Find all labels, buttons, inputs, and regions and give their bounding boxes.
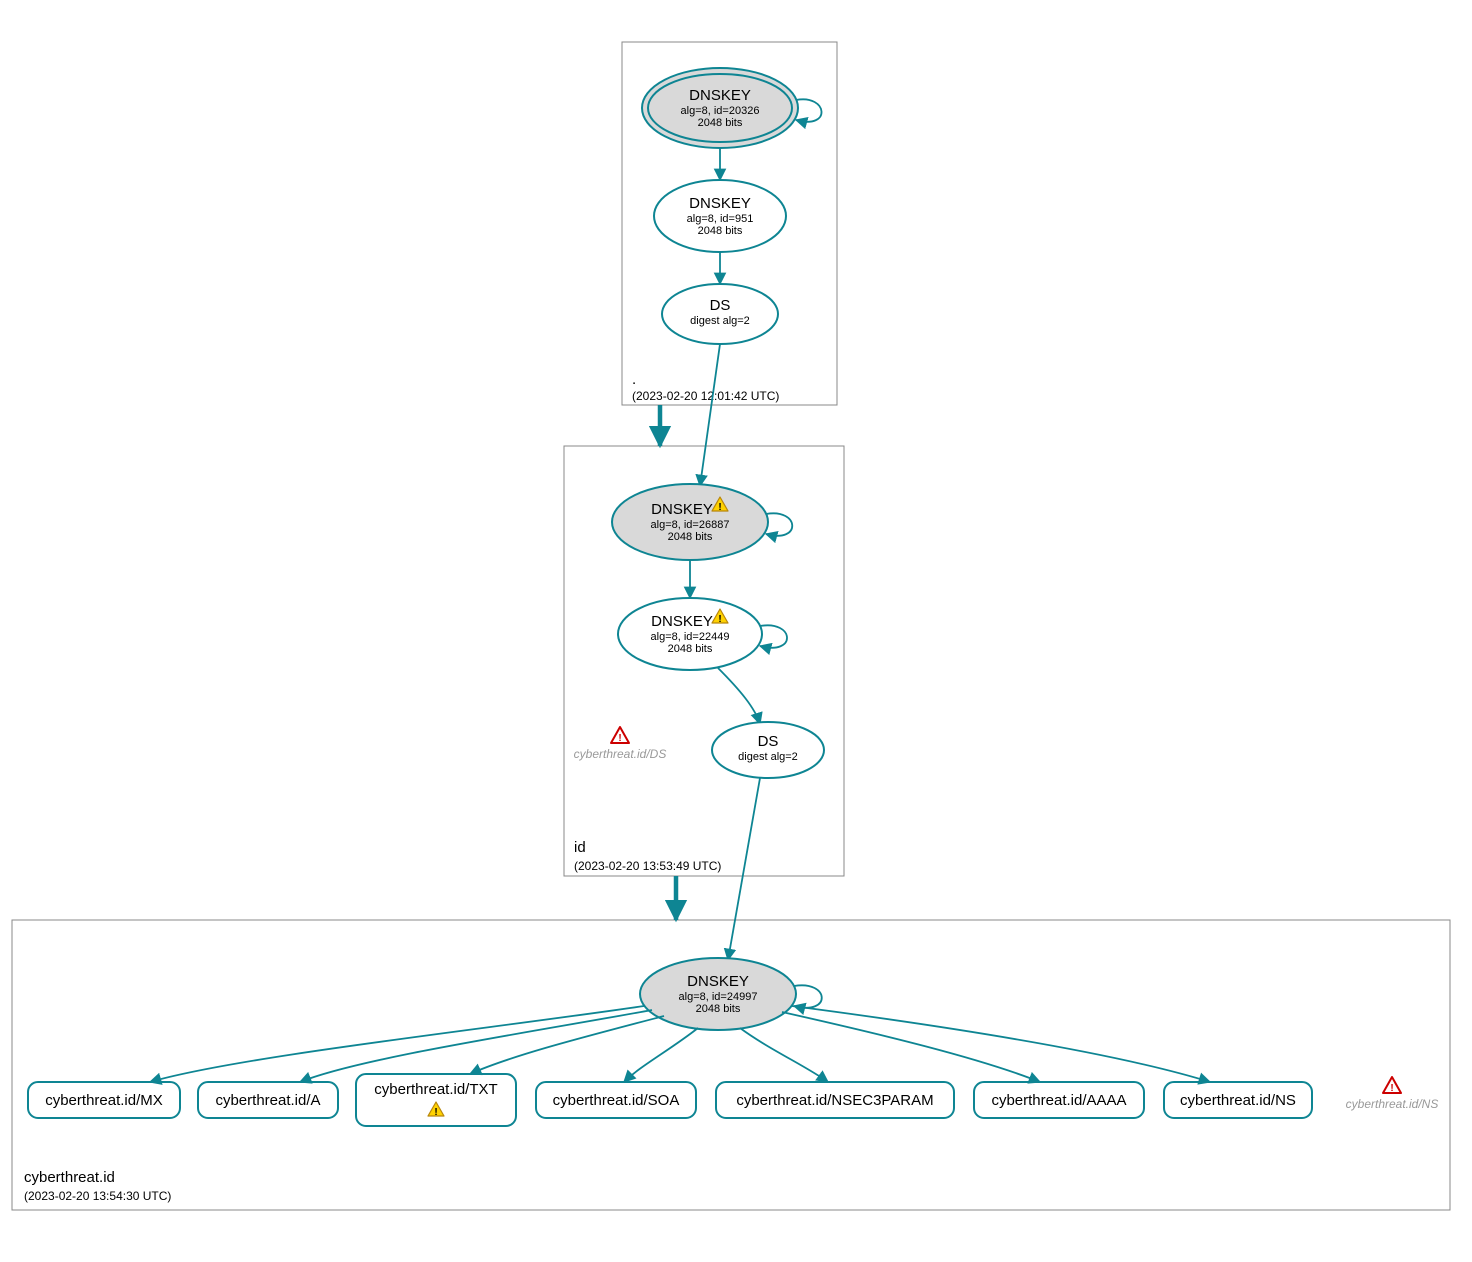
edge-tld-zsk-self (760, 625, 787, 647)
node-dom-ksk: DNSKEY alg=8, id=24997 2048 bits (640, 958, 796, 1030)
zone-root-time: (2023-02-20 12:01:42 UTC) (632, 389, 779, 403)
node-tld-zsk: DNSKEY ! alg=8, id=22449 2048 bits (618, 598, 762, 670)
svg-text:cyberthreat.id/AAAA: cyberthreat.id/AAAA (991, 1092, 1126, 1109)
error-icon: ! (611, 727, 629, 744)
svg-text:alg=8, id=26887: alg=8, id=26887 (651, 519, 730, 531)
zone-tld-name: id (574, 839, 586, 856)
edge-dom-nsec3 (740, 1028, 828, 1082)
svg-text:!: ! (718, 614, 721, 625)
zone-domain-name: cyberthreat.id (24, 1169, 115, 1186)
svg-text:cyberthreat.id/NSEC3PARAM: cyberthreat.id/NSEC3PARAM (736, 1092, 933, 1109)
edge-root-ds-to-tld-ksk (700, 344, 720, 486)
node-root-ds: DS digest alg=2 (662, 284, 778, 344)
edge-tld-ds-to-dom-ksk (728, 778, 760, 960)
svg-text:alg=8, id=24997: alg=8, id=24997 (679, 991, 758, 1003)
edge-tld-zsk-ds (718, 668, 760, 724)
zone-tld-time: (2023-02-20 13:53:49 UTC) (574, 859, 721, 873)
svg-text:alg=8, id=951: alg=8, id=951 (687, 213, 754, 225)
node-tld-ksk: DNSKEY ! alg=8, id=26887 2048 bits (612, 484, 768, 560)
svg-text:cyberthreat.id/A: cyberthreat.id/A (215, 1092, 320, 1109)
svg-text:cyberthreat.id/NS: cyberthreat.id/NS (1180, 1092, 1296, 1109)
svg-text:cyberthreat.id/DS: cyberthreat.id/DS (574, 747, 667, 761)
zone-root-name: . (632, 371, 636, 388)
svg-text:cyberthreat.id/TXT: cyberthreat.id/TXT (374, 1081, 497, 1098)
edge-dom-ns (792, 1006, 1210, 1082)
svg-text:DNSKEY: DNSKEY (651, 501, 713, 518)
svg-text:DNSKEY: DNSKEY (651, 613, 713, 630)
missing-tld-ds: ! cyberthreat.id/DS (574, 727, 667, 761)
node-tld-ds: DS digest alg=2 (712, 722, 824, 778)
svg-text:2048 bits: 2048 bits (668, 531, 713, 543)
missing-dom-ns: ! cyberthreat.id/NS (1346, 1077, 1439, 1111)
node-root-ksk: DNSKEY alg=8, id=20326 2048 bits (642, 68, 798, 148)
svg-text:alg=8, id=20326: alg=8, id=20326 (681, 105, 760, 117)
svg-text:2048 bits: 2048 bits (696, 1003, 741, 1015)
svg-text:digest alg=2: digest alg=2 (738, 751, 798, 763)
edge-dom-ksk-self (794, 985, 822, 1007)
edge-dom-mx (150, 1006, 644, 1082)
edge-root-ksk-self (796, 99, 822, 121)
node-root-zsk: DNSKEY alg=8, id=951 2048 bits (654, 180, 786, 252)
svg-text:cyberthreat.id/SOA: cyberthreat.id/SOA (553, 1092, 680, 1109)
edge-tld-ksk-self (766, 513, 792, 535)
svg-text:2048 bits: 2048 bits (698, 225, 743, 237)
svg-text:digest alg=2: digest alg=2 (690, 315, 750, 327)
dnssec-graph: . (2023-02-20 12:01:42 UTC) DNSKEY alg=8… (0, 0, 1472, 1262)
svg-text:DNSKEY: DNSKEY (689, 195, 751, 212)
svg-text:DNSKEY: DNSKEY (687, 973, 749, 990)
svg-text:DS: DS (710, 297, 731, 314)
svg-text:alg=8, id=22449: alg=8, id=22449 (651, 631, 730, 643)
svg-text:cyberthreat.id/MX: cyberthreat.id/MX (45, 1092, 163, 1109)
svg-text:DNSKEY: DNSKEY (689, 87, 751, 104)
svg-text:cyberthreat.id/NS: cyberthreat.id/NS (1346, 1097, 1439, 1111)
zone-domain-time: (2023-02-20 13:54:30 UTC) (24, 1189, 171, 1203)
svg-text:!: ! (434, 1107, 437, 1118)
svg-text:2048 bits: 2048 bits (668, 643, 713, 655)
error-icon: ! (1383, 1077, 1401, 1094)
svg-text:DS: DS (758, 733, 779, 750)
svg-text:!: ! (1390, 1083, 1393, 1094)
svg-text:2048 bits: 2048 bits (698, 117, 743, 129)
svg-text:!: ! (718, 502, 721, 513)
svg-text:!: ! (618, 733, 621, 744)
edge-dom-soa (624, 1028, 698, 1082)
